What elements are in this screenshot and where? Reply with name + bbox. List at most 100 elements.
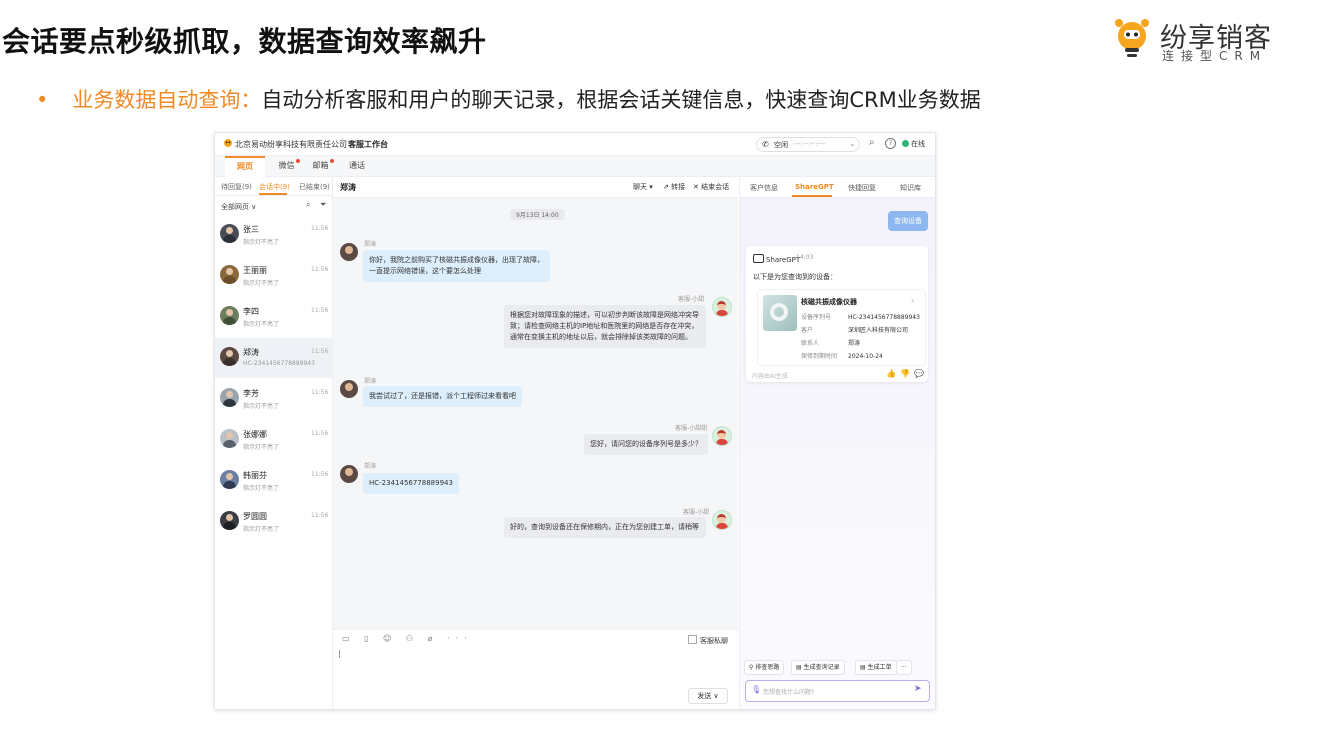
- divider: [342, 138, 343, 148]
- avatar: [340, 243, 358, 261]
- field-value: HC-2341456778889943: [848, 314, 920, 321]
- contact-item[interactable]: 王丽丽 11:56 指示灯不亮了: [215, 256, 332, 296]
- thumbs-up-icon[interactable]: 👍: [886, 369, 900, 378]
- avatar: [712, 510, 732, 530]
- contact-item[interactable]: 罗圆圆 11:56 指示灯不亮了: [215, 502, 332, 542]
- workbench-title: 客服工作台: [348, 140, 388, 149]
- contact-preview: 指示灯不亮了: [243, 444, 280, 451]
- contact-name: 韩丽芬: [243, 471, 267, 480]
- end-session-button[interactable]: ✕ 结束会话: [693, 182, 729, 192]
- tab-web[interactable]: 网页: [225, 156, 265, 178]
- company-logo-icon: [224, 139, 232, 147]
- assistant-input[interactable]: 🎙 您想查找什么问题? ➤: [745, 680, 930, 702]
- sender-name: 客服-小甜: [683, 509, 710, 516]
- tab-pending[interactable]: 待回复(9): [221, 182, 252, 192]
- contact-time: 11:56: [311, 430, 329, 437]
- avatar: [712, 426, 732, 446]
- tab-in-session[interactable]: 会话中(9): [259, 182, 290, 192]
- private-chat-checkbox[interactable]: 客服私聊: [688, 635, 728, 646]
- device-field: 客户 深圳匠人科技有限公司: [801, 325, 908, 334]
- phone-icon: ✆: [762, 140, 769, 149]
- contact-time: 11:56: [311, 225, 329, 232]
- chat-contact-name: 郑涛: [340, 183, 356, 192]
- more-icon[interactable]: ···: [896, 660, 912, 675]
- microphone-icon[interactable]: 🎙: [751, 685, 761, 694]
- online-status[interactable]: 在线: [902, 139, 925, 149]
- unread-dot-icon: [295, 159, 300, 163]
- phone-number: ---:--:--:---: [793, 140, 826, 148]
- feedback-icons[interactable]: 👍👎💬: [886, 369, 928, 378]
- search-icon[interactable]: ⌕: [306, 200, 310, 210]
- message-composer[interactable]: ▭ ▯ ☺ ⚇ ⌀ ··· 客服私聊 发送 ∨: [333, 629, 738, 709]
- contact-item[interactable]: 李芳 11:56 指示灯不亮了: [215, 379, 332, 419]
- thumbs-down-icon[interactable]: 👎: [900, 369, 914, 378]
- tab-quick-reply[interactable]: 快捷回复: [848, 183, 876, 193]
- filter-icon[interactable]: ⏷: [320, 200, 326, 210]
- document-icon: ▤: [860, 664, 868, 671]
- tab-sharegpt[interactable]: ShareGPT: [795, 183, 834, 191]
- device-field: 保修到期时间 2024-10-24: [801, 351, 883, 360]
- search-icon[interactable]: ⌕: [869, 137, 875, 148]
- contact-name: 张娜娜: [243, 430, 267, 439]
- contact-name: 李四: [243, 307, 259, 316]
- sender-name: 郑涛: [364, 378, 377, 385]
- call-status-select[interactable]: ✆ 空闲 ---:--:--:--- ⌄: [756, 137, 860, 152]
- brand-subtitle: 连接型CRM: [1162, 49, 1268, 63]
- sender-name: 郑涛: [364, 241, 377, 248]
- chat-header: 郑涛 聊天 ▾ ⇗ 转接 ✕ 结束会话: [333, 177, 738, 198]
- help-icon[interactable]: ?: [885, 138, 896, 149]
- quick-action-label: 生成工单: [867, 664, 892, 671]
- bot-time: 14:03: [796, 254, 814, 261]
- contact-time: 11:56: [311, 266, 329, 273]
- avatar: [220, 347, 239, 366]
- contact-preview: 指示灯不亮了: [243, 403, 280, 410]
- device-record-card[interactable]: 核磁共振成像仪器 › 设备序列号 HC-2341456778889943 客户 深圳…: [757, 289, 926, 366]
- avatar: [220, 470, 239, 489]
- quick-action-label: 生成查询记录: [803, 664, 840, 671]
- send-icon[interactable]: ➤: [914, 684, 922, 694]
- contact-time: 11:56: [311, 471, 329, 478]
- comment-icon[interactable]: 💬: [914, 369, 928, 378]
- contact-item[interactable]: 张娜娜 11:56 指示灯不亮了: [215, 420, 332, 460]
- avatar: [220, 306, 239, 325]
- contact-preview: 指示灯不亮了: [243, 485, 280, 492]
- contact-item-selected[interactable]: 郑涛 11:56 HC-2341456778889943: [215, 338, 332, 378]
- troubleshoot-button[interactable]: ⚲ 排查思路: [744, 660, 785, 675]
- chat-mode-dropdown[interactable]: 聊天 ▾: [633, 182, 653, 192]
- contact-time: 11:56: [311, 389, 329, 396]
- contact-item[interactable]: 韩丽芬 11:56 指示灯不亮了: [215, 461, 332, 501]
- text-cursor: [339, 650, 340, 658]
- date-separator: 9月13日 14:00: [510, 209, 565, 220]
- avatar: [220, 224, 239, 243]
- tab-customer-info[interactable]: 客户信息: [750, 183, 778, 193]
- composer-toolbar-icons[interactable]: ▭ ▯ ☺ ⚇ ⌀ ···: [342, 634, 473, 643]
- tab-ended[interactable]: 已结束(9): [299, 182, 330, 192]
- send-button[interactable]: 发送 ∨: [688, 688, 728, 704]
- channel-filter-dropdown[interactable]: 全部网页 ∨: [221, 202, 256, 212]
- bot-label: ShareGPT: [753, 254, 800, 264]
- device-title: 核磁共振成像仪器: [801, 298, 857, 306]
- avatar: [340, 380, 358, 398]
- contact-name: 张三: [243, 225, 259, 234]
- unread-dot-icon: [329, 159, 334, 163]
- message-bubble: 好的，查询到设备还在保修期内，正在为您创建工单，请稍等: [504, 517, 706, 538]
- online-label: 在线: [911, 140, 925, 148]
- chevron-right-icon: ›: [911, 296, 915, 305]
- avatar: [220, 265, 239, 284]
- contact-preview: 指示灯不亮了: [243, 321, 280, 328]
- generate-ticket-button[interactable]: ▤ 生成工单: [855, 660, 897, 675]
- contact-time: 11:56: [311, 348, 329, 355]
- bullet-text: 自动分析客服和用户的聊天记录，根据会话关键信息，快速查询CRM业务数据: [261, 88, 981, 112]
- tab-knowledge-base[interactable]: 知识库: [900, 183, 921, 193]
- contact-item[interactable]: 李四 11:56 指示灯不亮了: [215, 297, 332, 337]
- avatar: [340, 465, 358, 483]
- contact-item[interactable]: 张三 11:56 指示灯不亮了: [215, 215, 332, 255]
- transfer-button[interactable]: ⇗ 转接: [663, 182, 685, 192]
- generate-query-record-button[interactable]: ▤ 生成查询记录: [791, 660, 845, 675]
- avatar: [220, 511, 239, 530]
- tab-label: 网页: [237, 162, 253, 171]
- field-value: 2024-10-24: [848, 353, 883, 360]
- close-icon: ✕: [693, 183, 702, 191]
- tab-call[interactable]: 通话: [337, 156, 377, 176]
- top-bar: 北京易动纷享科技有限责任公司 客服工作台 ✆ 空闲 ---:--:--:--- …: [215, 133, 935, 156]
